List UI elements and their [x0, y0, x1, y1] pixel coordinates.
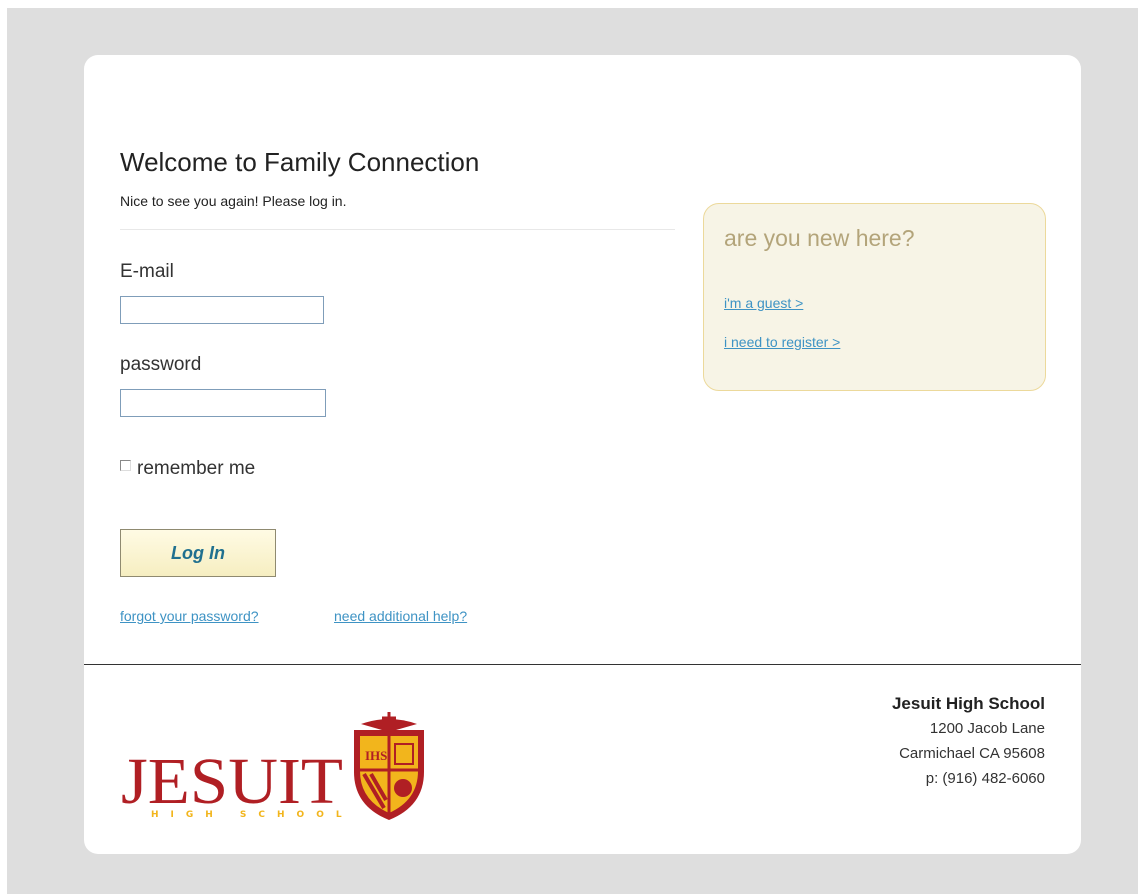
email-label: E-mail	[120, 261, 174, 282]
school-address: Jesuit High School 1200 Jacob Lane Carmi…	[892, 691, 1045, 791]
password-field[interactable]	[120, 389, 326, 417]
logo-wordmark: JESUIT	[121, 745, 343, 818]
school-phone: p: (916) 482-6060	[925, 770, 1045, 787]
forgot-password-link[interactable]: forgot your password?	[120, 608, 259, 624]
school-city: Carmichael CA 95608	[899, 745, 1045, 762]
school-name: Jesuit High School	[891, 694, 1045, 713]
logo-subtext: HIGH SCHOOL	[151, 810, 354, 820]
register-link[interactable]: i need to register >	[724, 334, 840, 350]
login-button[interactable]: Log In	[120, 529, 276, 577]
page-title: Welcome to Family Connection	[120, 147, 480, 177]
login-subtitle: Nice to see you again! Please log in.	[120, 193, 347, 209]
page-background: Welcome to Family Connection Nice to see…	[7, 8, 1138, 894]
school-street: 1200 Jacob Lane	[929, 720, 1045, 737]
jesuit-logo-icon: JESUIT HIGH SCHOOL IHS	[121, 712, 424, 820]
school-logo: JESUIT HIGH SCHOOL IHS	[121, 710, 431, 822]
crest-text: IHS	[365, 748, 387, 763]
login-card: Welcome to Family Connection Nice to see…	[84, 55, 1081, 854]
new-user-panel: are you new here? i'm a guest > i need t…	[703, 203, 1046, 391]
crest-icon: IHS	[354, 712, 424, 820]
email-field[interactable]	[120, 296, 324, 324]
footer-divider	[84, 664, 1081, 665]
header-divider	[120, 229, 675, 230]
help-link[interactable]: need additional help?	[334, 608, 467, 624]
guest-link[interactable]: i'm a guest >	[724, 295, 803, 311]
remember-me-row[interactable]: remember me	[120, 458, 255, 480]
new-user-title: are you new here?	[724, 225, 915, 251]
remember-me-checkbox[interactable]	[120, 459, 131, 471]
password-label: password	[120, 354, 202, 375]
remember-me-label[interactable]: remember me	[137, 458, 255, 480]
